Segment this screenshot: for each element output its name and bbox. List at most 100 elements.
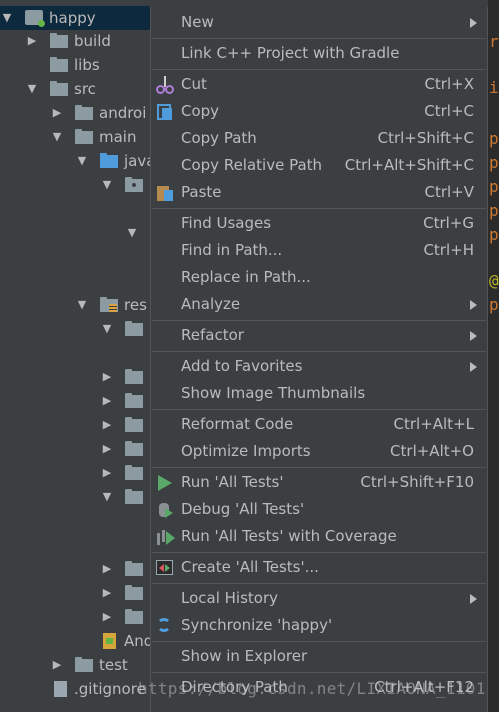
collapse-arrow-icon[interactable]: ▶ bbox=[100, 605, 114, 629]
collapse-arrow-icon[interactable]: ▶ bbox=[100, 389, 114, 413]
sync-icon bbox=[157, 618, 171, 632]
menu-item-copy-relative-path[interactable]: Copy Relative Path Ctrl+Alt+Shift+C bbox=[151, 152, 487, 179]
menu-item-run-all-tests[interactable]: Run 'All Tests' Ctrl+Shift+F10 bbox=[151, 469, 487, 496]
menu-item-label: Debug 'All Tests' bbox=[181, 500, 305, 518]
code-fragment: p bbox=[489, 177, 499, 196]
menu-item-shortcut: Ctrl+G bbox=[423, 214, 474, 232]
menu-item-show-in-explorer[interactable]: Show in Explorer bbox=[151, 643, 487, 670]
menu-item-optimize-imports[interactable]: Optimize Imports Ctrl+Alt+O bbox=[151, 438, 487, 465]
menu-item-show-image-thumbnails[interactable]: Show Image Thumbnails bbox=[151, 380, 487, 407]
folder-icon bbox=[50, 57, 68, 72]
collapse-arrow-icon[interactable]: ▶ bbox=[50, 101, 64, 125]
menu-item-link-cpp-project[interactable]: Link C++ Project with Gradle bbox=[151, 40, 487, 67]
code-fragment: p bbox=[489, 153, 499, 172]
menu-item-reformat-code[interactable]: Reformat Code Ctrl+Alt+L bbox=[151, 411, 487, 438]
menu-item-refactor[interactable]: Refactor bbox=[151, 322, 487, 349]
menu-item-copy[interactable]: Copy Ctrl+C bbox=[151, 98, 487, 125]
menu-item-label: Local History bbox=[181, 589, 279, 607]
menu-item-new[interactable]: New bbox=[151, 9, 487, 36]
menu-separator bbox=[152, 467, 486, 468]
menu-item-shortcut: Ctrl+Alt+L bbox=[393, 415, 475, 433]
menu-item-local-history[interactable]: Local History bbox=[151, 585, 487, 612]
menu-separator bbox=[152, 69, 486, 70]
menu-item-create-all-tests[interactable]: Create 'All Tests'... bbox=[151, 554, 487, 581]
source-folder-icon bbox=[100, 153, 118, 168]
expand-arrow-icon[interactable]: ▼ bbox=[0, 6, 14, 30]
menu-item-shortcut: Ctrl+H bbox=[423, 241, 474, 259]
menu-separator bbox=[152, 38, 486, 39]
menu-item-label: Copy Path bbox=[181, 129, 257, 147]
expand-arrow-icon[interactable]: ▼ bbox=[100, 317, 114, 341]
folder-icon bbox=[125, 489, 143, 504]
menu-item-debug-all-tests[interactable]: Debug 'All Tests' bbox=[151, 496, 487, 523]
folder-icon bbox=[75, 129, 93, 144]
menu-item-find-usages[interactable]: Find Usages Ctrl+G bbox=[151, 210, 487, 237]
folder-icon bbox=[50, 81, 68, 96]
menu-item-shortcut: Ctrl+X bbox=[424, 75, 474, 93]
folder-icon bbox=[50, 33, 68, 48]
menu-item-cut[interactable]: Cut Ctrl+X bbox=[151, 71, 487, 98]
copy-icon bbox=[156, 103, 174, 121]
folder-icon bbox=[125, 441, 143, 456]
menu-item-synchronize[interactable]: Synchronize 'happy' bbox=[151, 612, 487, 639]
editor-area: r i p p p p p @ p bbox=[488, 0, 499, 712]
menu-item-label: Analyze bbox=[181, 295, 241, 313]
expand-arrow-icon[interactable]: ▼ bbox=[125, 221, 139, 245]
tree-node-label: res bbox=[124, 296, 147, 314]
menu-item-copy-path[interactable]: Copy Path Ctrl+Shift+C bbox=[151, 125, 487, 152]
module-icon bbox=[25, 10, 45, 27]
menu-item-label: Reformat Code bbox=[181, 415, 294, 433]
menu-separator bbox=[152, 208, 486, 209]
paste-icon bbox=[156, 184, 174, 202]
create-test-icon bbox=[156, 560, 173, 575]
tree-node-label: java bbox=[124, 152, 150, 170]
tree-node-label: src bbox=[74, 80, 96, 98]
menu-item-add-to-favorites[interactable]: Add to Favorites bbox=[151, 353, 487, 380]
collapse-arrow-icon[interactable]: ▶ bbox=[25, 29, 39, 53]
code-fragment: i bbox=[489, 78, 499, 97]
collapse-arrow-icon[interactable]: ▶ bbox=[100, 461, 114, 485]
expand-arrow-icon[interactable]: ▼ bbox=[100, 485, 114, 509]
collapse-arrow-icon[interactable]: ▶ bbox=[50, 653, 64, 677]
menu-separator bbox=[152, 583, 486, 584]
collapse-arrow-icon[interactable]: ▶ bbox=[100, 413, 114, 437]
menu-item-label: Link C++ Project with Gradle bbox=[181, 44, 400, 62]
coverage-icon bbox=[156, 528, 175, 546]
submenu-arrow-icon bbox=[470, 362, 477, 372]
menu-item-run-with-coverage[interactable]: Run 'All Tests' with Coverage bbox=[151, 523, 487, 550]
context-menu: New Link C++ Project with Gradle Cut Ctr… bbox=[150, 7, 488, 712]
menu-item-analyze[interactable]: Analyze bbox=[151, 291, 487, 318]
expand-arrow-icon[interactable]: ▼ bbox=[50, 125, 64, 149]
folder-icon bbox=[125, 465, 143, 480]
project-tree: ▼ happy ▶ build libs ▼ src ▶ androi ▼ ma… bbox=[0, 0, 150, 712]
menu-item-find-in-path[interactable]: Find in Path... Ctrl+H bbox=[151, 237, 487, 264]
folder-icon bbox=[125, 585, 143, 600]
menu-item-paste[interactable]: Paste Ctrl+V bbox=[151, 179, 487, 206]
menu-item-label: Cut bbox=[181, 75, 207, 93]
collapse-arrow-icon[interactable]: ▶ bbox=[100, 581, 114, 605]
expand-arrow-icon[interactable]: ▼ bbox=[75, 293, 89, 317]
menu-item-label: New bbox=[181, 13, 214, 31]
expand-arrow-icon[interactable]: ▼ bbox=[25, 77, 39, 101]
package-icon bbox=[125, 177, 143, 192]
expand-arrow-icon[interactable]: ▼ bbox=[100, 173, 114, 197]
menu-item-label: Synchronize 'happy' bbox=[181, 616, 333, 634]
code-fragment: p bbox=[489, 225, 499, 244]
submenu-arrow-icon bbox=[470, 18, 477, 28]
menu-separator bbox=[152, 409, 486, 410]
folder-icon bbox=[125, 321, 143, 336]
menu-item-replace-in-path[interactable]: Replace in Path... bbox=[151, 264, 487, 291]
expand-arrow-icon[interactable]: ▼ bbox=[75, 149, 89, 173]
tree-node-label: test bbox=[99, 656, 128, 674]
collapse-arrow-icon[interactable]: ▶ bbox=[100, 437, 114, 461]
watermark-text: https://blog.csdn.net/LIXIAONA_1101 bbox=[138, 679, 486, 698]
collapse-arrow-icon[interactable]: ▶ bbox=[100, 365, 114, 389]
menu-separator bbox=[152, 672, 486, 673]
menu-item-label: Refactor bbox=[181, 326, 244, 344]
menu-item-label: Replace in Path... bbox=[181, 268, 311, 286]
tree-node-happy[interactable]: ▼ happy bbox=[0, 6, 150, 30]
menu-separator bbox=[152, 351, 486, 352]
collapse-arrow-icon[interactable]: ▶ bbox=[100, 557, 114, 581]
menu-item-label: Paste bbox=[181, 183, 222, 201]
menu-item-label: Show in Explorer bbox=[181, 647, 308, 665]
